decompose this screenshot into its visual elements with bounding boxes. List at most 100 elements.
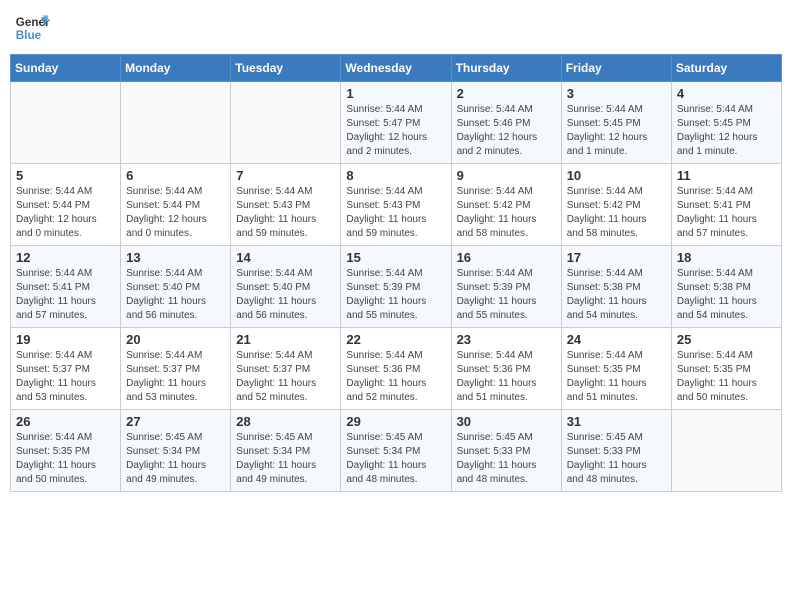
day-info: Sunrise: 5:44 AM Sunset: 5:37 PM Dayligh… bbox=[236, 349, 335, 405]
day-number: 5 bbox=[16, 168, 115, 183]
calendar-cell: 2 Sunrise: 5:44 AM Sunset: 5:46 PM Daylig… bbox=[451, 82, 561, 164]
calendar-header-row: SundayMondayTuesdayWednesdayThursdayFrid… bbox=[11, 55, 782, 82]
day-info: Sunrise: 5:45 AM Sunset: 5:34 PM Dayligh… bbox=[236, 431, 335, 487]
day-number: 27 bbox=[126, 414, 225, 429]
calendar-cell: 21 Sunrise: 5:44 AM Sunset: 5:37 PM Dayli… bbox=[231, 328, 341, 410]
calendar-cell: 10 Sunrise: 5:44 AM Sunset: 5:42 PM Dayli… bbox=[561, 164, 671, 246]
calendar-week-row: 5 Sunrise: 5:44 AM Sunset: 5:44 PM Daylig… bbox=[11, 164, 782, 246]
day-number: 10 bbox=[567, 168, 666, 183]
calendar-cell: 27 Sunrise: 5:45 AM Sunset: 5:34 PM Dayli… bbox=[121, 410, 231, 492]
day-number: 20 bbox=[126, 332, 225, 347]
day-info: Sunrise: 5:44 AM Sunset: 5:36 PM Dayligh… bbox=[457, 349, 556, 405]
calendar-cell bbox=[671, 410, 781, 492]
calendar-cell: 17 Sunrise: 5:44 AM Sunset: 5:38 PM Dayli… bbox=[561, 246, 671, 328]
page-header: General Blue bbox=[10, 10, 782, 46]
day-header-thursday: Thursday bbox=[451, 55, 561, 82]
day-info: Sunrise: 5:44 AM Sunset: 5:45 PM Dayligh… bbox=[567, 103, 666, 159]
day-number: 30 bbox=[457, 414, 556, 429]
day-number: 15 bbox=[346, 250, 445, 265]
day-header-saturday: Saturday bbox=[671, 55, 781, 82]
day-info: Sunrise: 5:45 AM Sunset: 5:33 PM Dayligh… bbox=[457, 431, 556, 487]
calendar-week-row: 19Sunrise: 5:44 AM Sunset: 5:37 PM Dayli… bbox=[11, 328, 782, 410]
svg-text:Blue: Blue bbox=[16, 29, 42, 42]
calendar-week-row: 26 Sunrise: 5:44 AM Sunset: 5:35 PM Dayli… bbox=[11, 410, 782, 492]
calendar-cell: 13 Sunrise: 5:44 AM Sunset: 5:40 PM Dayli… bbox=[121, 246, 231, 328]
calendar-cell: 18 Sunrise: 5:44 AM Sunset: 5:38 PM Dayli… bbox=[671, 246, 781, 328]
calendar-cell: 23 Sunrise: 5:44 AM Sunset: 5:36 PM Dayli… bbox=[451, 328, 561, 410]
day-info: Sunrise: 5:44 AM Sunset: 5:40 PM Dayligh… bbox=[236, 267, 335, 323]
day-number: 2 bbox=[457, 86, 556, 101]
calendar-cell: 20 Sunrise: 5:44 AM Sunset: 5:37 PM Dayli… bbox=[121, 328, 231, 410]
calendar-cell: 3Sunrise: 5:44 AM Sunset: 5:45 PM Daylig… bbox=[561, 82, 671, 164]
day-info: Sunrise: 5:45 AM Sunset: 5:34 PM Dayligh… bbox=[126, 431, 225, 487]
day-info: Sunrise: 5:44 AM Sunset: 5:46 PM Dayligh… bbox=[457, 103, 556, 159]
day-info: Sunrise: 5:44 AM Sunset: 5:42 PM Dayligh… bbox=[567, 185, 666, 241]
day-info: Sunrise: 5:44 AM Sunset: 5:42 PM Dayligh… bbox=[457, 185, 556, 241]
day-number: 17 bbox=[567, 250, 666, 265]
day-number: 28 bbox=[236, 414, 335, 429]
calendar-cell: 24 Sunrise: 5:44 AM Sunset: 5:35 PM Dayli… bbox=[561, 328, 671, 410]
calendar-cell: 26 Sunrise: 5:44 AM Sunset: 5:35 PM Dayli… bbox=[11, 410, 121, 492]
day-info: Sunrise: 5:44 AM Sunset: 5:45 PM Dayligh… bbox=[677, 103, 776, 159]
day-info: Sunrise: 5:45 AM Sunset: 5:34 PM Dayligh… bbox=[346, 431, 445, 487]
day-number: 16 bbox=[457, 250, 556, 265]
calendar-cell: 11Sunrise: 5:44 AM Sunset: 5:41 PM Dayli… bbox=[671, 164, 781, 246]
calendar-cell: 14 Sunrise: 5:44 AM Sunset: 5:40 PM Dayli… bbox=[231, 246, 341, 328]
day-number: 23 bbox=[457, 332, 556, 347]
logo: General Blue bbox=[14, 10, 50, 46]
calendar-cell: 1 Sunrise: 5:44 AM Sunset: 5:47 PM Daylig… bbox=[341, 82, 451, 164]
day-info: Sunrise: 5:44 AM Sunset: 5:44 PM Dayligh… bbox=[16, 185, 115, 241]
calendar-cell: 22Sunrise: 5:44 AM Sunset: 5:36 PM Dayli… bbox=[341, 328, 451, 410]
day-number: 8 bbox=[346, 168, 445, 183]
day-number: 25 bbox=[677, 332, 776, 347]
day-number: 13 bbox=[126, 250, 225, 265]
calendar-cell: 30 Sunrise: 5:45 AM Sunset: 5:33 PM Dayli… bbox=[451, 410, 561, 492]
calendar-cell: 12 Sunrise: 5:44 AM Sunset: 5:41 PM Dayli… bbox=[11, 246, 121, 328]
calendar-cell: 7Sunrise: 5:44 AM Sunset: 5:43 PM Daylig… bbox=[231, 164, 341, 246]
day-info: Sunrise: 5:44 AM Sunset: 5:36 PM Dayligh… bbox=[346, 349, 445, 405]
calendar-cell: 6Sunrise: 5:44 AM Sunset: 5:44 PM Daylig… bbox=[121, 164, 231, 246]
day-number: 7 bbox=[236, 168, 335, 183]
calendar-cell: 29 Sunrise: 5:45 AM Sunset: 5:34 PM Dayli… bbox=[341, 410, 451, 492]
day-info: Sunrise: 5:44 AM Sunset: 5:39 PM Dayligh… bbox=[346, 267, 445, 323]
day-number: 4 bbox=[677, 86, 776, 101]
day-info: Sunrise: 5:44 AM Sunset: 5:43 PM Dayligh… bbox=[346, 185, 445, 241]
day-info: Sunrise: 5:44 AM Sunset: 5:39 PM Dayligh… bbox=[457, 267, 556, 323]
calendar-cell bbox=[121, 82, 231, 164]
calendar-week-row: 1 Sunrise: 5:44 AM Sunset: 5:47 PM Daylig… bbox=[11, 82, 782, 164]
day-header-tuesday: Tuesday bbox=[231, 55, 341, 82]
day-info: Sunrise: 5:44 AM Sunset: 5:40 PM Dayligh… bbox=[126, 267, 225, 323]
day-header-sunday: Sunday bbox=[11, 55, 121, 82]
calendar-cell: 15 Sunrise: 5:44 AM Sunset: 5:39 PM Dayli… bbox=[341, 246, 451, 328]
calendar-cell: 16 Sunrise: 5:44 AM Sunset: 5:39 PM Dayli… bbox=[451, 246, 561, 328]
calendar-cell: 8 Sunrise: 5:44 AM Sunset: 5:43 PM Daylig… bbox=[341, 164, 451, 246]
day-info: Sunrise: 5:44 AM Sunset: 5:38 PM Dayligh… bbox=[677, 267, 776, 323]
day-number: 18 bbox=[677, 250, 776, 265]
calendar-cell: 4 Sunrise: 5:44 AM Sunset: 5:45 PM Daylig… bbox=[671, 82, 781, 164]
day-number: 21 bbox=[236, 332, 335, 347]
day-info: Sunrise: 5:44 AM Sunset: 5:41 PM Dayligh… bbox=[16, 267, 115, 323]
day-info: Sunrise: 5:44 AM Sunset: 5:38 PM Dayligh… bbox=[567, 267, 666, 323]
calendar-cell: 9 Sunrise: 5:44 AM Sunset: 5:42 PM Daylig… bbox=[451, 164, 561, 246]
day-info: Sunrise: 5:44 AM Sunset: 5:35 PM Dayligh… bbox=[567, 349, 666, 405]
calendar-cell: 5 Sunrise: 5:44 AM Sunset: 5:44 PM Daylig… bbox=[11, 164, 121, 246]
day-number: 12 bbox=[16, 250, 115, 265]
calendar-cell: 28 Sunrise: 5:45 AM Sunset: 5:34 PM Dayli… bbox=[231, 410, 341, 492]
day-header-monday: Monday bbox=[121, 55, 231, 82]
calendar-cell: 31 Sunrise: 5:45 AM Sunset: 5:33 PM Dayli… bbox=[561, 410, 671, 492]
day-number: 14 bbox=[236, 250, 335, 265]
day-number: 24 bbox=[567, 332, 666, 347]
day-info: Sunrise: 5:44 AM Sunset: 5:47 PM Dayligh… bbox=[346, 103, 445, 159]
day-header-wednesday: Wednesday bbox=[341, 55, 451, 82]
day-number: 26 bbox=[16, 414, 115, 429]
day-number: 9 bbox=[457, 168, 556, 183]
calendar-week-row: 12 Sunrise: 5:44 AM Sunset: 5:41 PM Dayli… bbox=[11, 246, 782, 328]
day-info: Sunrise: 5:45 AM Sunset: 5:33 PM Dayligh… bbox=[567, 431, 666, 487]
day-number: 29 bbox=[346, 414, 445, 429]
day-number: 31 bbox=[567, 414, 666, 429]
day-info: Sunrise: 5:44 AM Sunset: 5:35 PM Dayligh… bbox=[16, 431, 115, 487]
day-info: Sunrise: 5:44 AM Sunset: 5:37 PM Dayligh… bbox=[126, 349, 225, 405]
calendar-cell: 25Sunrise: 5:44 AM Sunset: 5:35 PM Dayli… bbox=[671, 328, 781, 410]
calendar-cell bbox=[11, 82, 121, 164]
day-number: 1 bbox=[346, 86, 445, 101]
